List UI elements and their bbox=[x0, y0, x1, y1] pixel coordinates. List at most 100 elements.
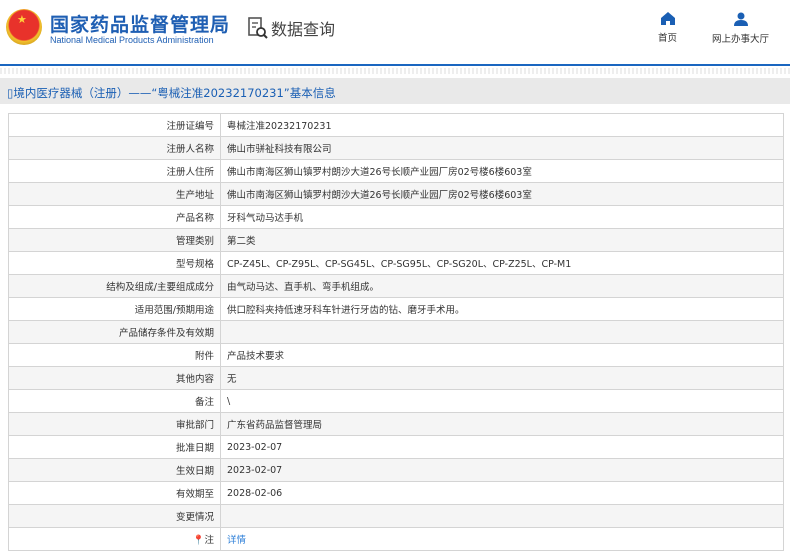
field-label-text: 产品名称 bbox=[175, 213, 214, 224]
field-value-text: 产品技术要求 bbox=[227, 351, 285, 362]
table-row: 📍注 详情 bbox=[8, 527, 784, 551]
nav-online-service-hall[interactable]: 网上办事大厅 bbox=[712, 12, 769, 45]
field-value: 佛山市南海区狮山镇罗村朗沙大道26号长顺产业园厂房02号楼6楼603室 bbox=[220, 159, 784, 183]
field-value: 2023-02-07 bbox=[220, 435, 784, 459]
field-label-text: 管理类别 bbox=[175, 236, 214, 247]
table-row: 注册证编号 粤械注准20232170231 bbox=[8, 113, 784, 137]
field-value: \ bbox=[220, 389, 784, 413]
field-label: 有效期至 bbox=[8, 481, 221, 505]
table-row: 审批部门 广东省药品监督管理局 bbox=[8, 412, 784, 436]
table-row: 附件 产品技术要求 bbox=[8, 343, 784, 367]
table-row: 有效期至 2028-02-06 bbox=[8, 481, 784, 505]
field-value bbox=[220, 320, 784, 344]
field-label: 审批部门 bbox=[8, 412, 221, 436]
field-value-text: 无 bbox=[227, 374, 237, 385]
field-label: 注册证编号 bbox=[8, 113, 221, 137]
field-label: 结构及组成/主要组成成分 bbox=[8, 274, 221, 298]
field-value: 牙科气动马达手机 bbox=[220, 205, 784, 229]
table-row: 变更情况 bbox=[8, 504, 784, 528]
field-value-text: 2028-02-06 bbox=[227, 487, 283, 499]
table-row: 产品名称 牙科气动马达手机 bbox=[8, 205, 784, 229]
site-subtitle: National Medical Products Administration bbox=[50, 35, 214, 45]
site-header: 国家药品监督管理局 National Medical Products Admi… bbox=[0, 0, 790, 66]
field-value: 无 bbox=[220, 366, 784, 390]
field-label-text: 适用范围/预期用途 bbox=[134, 305, 214, 316]
field-label-text: 审批部门 bbox=[175, 420, 214, 431]
field-label: 备注 bbox=[8, 389, 221, 413]
field-label-text: 其他内容 bbox=[175, 374, 214, 385]
field-value-text: 佛山市骈祉科技有限公司 bbox=[227, 144, 332, 155]
table-row: 产品储存条件及有效期 bbox=[8, 320, 784, 344]
field-label: 产品名称 bbox=[8, 205, 221, 229]
field-label-text: 备注 bbox=[194, 397, 214, 408]
site-title: 国家药品监督管理局 bbox=[50, 14, 231, 36]
field-value-text: 佛山市南海区狮山镇罗村朗沙大道26号长顺产业园厂房02号楼6楼603室 bbox=[227, 190, 532, 201]
info-table: 注册证编号 粤械注准20232170231 注册人名称 佛山市骈祉科技有限公司注册人住… bbox=[8, 113, 784, 551]
field-label: 产品储存条件及有效期 bbox=[8, 320, 221, 344]
home-icon bbox=[660, 12, 675, 25]
pin-icon: 📍 bbox=[192, 535, 205, 546]
divider bbox=[0, 68, 790, 74]
nav-home[interactable]: 首页 bbox=[658, 12, 677, 44]
data-query-label: 数据查询 bbox=[271, 20, 336, 39]
table-row: 其他内容 无 bbox=[8, 366, 784, 390]
table-row: 生效日期 2023-02-07 bbox=[8, 458, 784, 482]
table-row: 备注 \ bbox=[8, 389, 784, 413]
field-label-text: 注册证编号 bbox=[166, 121, 214, 132]
field-value-text: 牙科气动马达手机 bbox=[227, 213, 304, 224]
details-link[interactable]: 详情 bbox=[227, 535, 246, 546]
field-label: 📍注 bbox=[8, 527, 221, 551]
field-value-text: CP-Z45L、CP-Z95L、CP-SG45L、CP-SG95L、CP-SG2… bbox=[227, 259, 572, 270]
nav-online-service-hall-label: 网上办事大厅 bbox=[712, 34, 770, 45]
field-value bbox=[220, 504, 784, 528]
field-label-text: 生效日期 bbox=[175, 466, 214, 477]
data-query-link[interactable]: 数据查询 bbox=[248, 16, 335, 40]
field-value: 第二类 bbox=[220, 228, 784, 252]
field-label-text: 附件 bbox=[194, 351, 214, 362]
field-label-text: 注册人名称 bbox=[166, 144, 214, 155]
field-label-text: 批准日期 bbox=[175, 443, 214, 454]
field-label-text: 生产地址 bbox=[175, 190, 214, 201]
table-row: 型号规格 CP-Z45L、CP-Z95L、CP-SG45L、CP-SG95L、CP… bbox=[8, 251, 784, 275]
field-label-text: 型号规格 bbox=[175, 259, 214, 270]
field-label: 批准日期 bbox=[8, 435, 221, 459]
field-label: 型号规格 bbox=[8, 251, 221, 275]
field-value-text: 供口腔科夹持低速牙科车针进行牙齿的钻、磨牙手术用。 bbox=[227, 305, 465, 316]
nav-home-label: 首页 bbox=[658, 33, 678, 44]
user-icon bbox=[733, 12, 748, 26]
field-value: 粤械注准20232170231 bbox=[220, 113, 784, 137]
field-value: 佛山市南海区狮山镇罗村朗沙大道26号长顺产业园厂房02号楼6楼603室 bbox=[220, 182, 784, 206]
table-row: 批准日期 2023-02-07 bbox=[8, 435, 784, 459]
field-label: 适用范围/预期用途 bbox=[8, 297, 221, 321]
table-row: 管理类别 第二类 bbox=[8, 228, 784, 252]
field-label-text: 变更情况 bbox=[175, 512, 214, 523]
field-label-text: 有效期至 bbox=[175, 489, 214, 500]
field-value-text: 粤械注准20232170231 bbox=[227, 121, 332, 132]
field-label: 注册人住所 bbox=[8, 159, 221, 183]
field-value: 产品技术要求 bbox=[220, 343, 784, 367]
field-label: 生产地址 bbox=[8, 182, 221, 206]
field-value-text: \ bbox=[227, 395, 231, 407]
field-value: 由气动马达、直手机、弯手机组成。 bbox=[220, 274, 784, 298]
national-emblem-logo bbox=[6, 9, 42, 45]
table-row: 适用范围/预期用途 供口腔科夹持低速牙科车针进行牙齿的钻、磨牙手术用。 bbox=[8, 297, 784, 321]
field-value: 详情 bbox=[220, 527, 784, 551]
field-value-text: 2023-02-07 bbox=[227, 464, 283, 476]
field-value: 供口腔科夹持低速牙科车针进行牙齿的钻、磨牙手术用。 bbox=[220, 297, 784, 321]
field-label-text: 注 bbox=[204, 535, 214, 546]
field-value-text: 2023-02-07 bbox=[227, 441, 283, 453]
field-label: 其他内容 bbox=[8, 366, 221, 390]
field-label: 生效日期 bbox=[8, 458, 221, 482]
field-value-text: 由气动马达、直手机、弯手机组成。 bbox=[227, 282, 380, 293]
search-document-icon bbox=[248, 17, 268, 39]
field-label: 注册人名称 bbox=[8, 136, 221, 160]
table-row: 注册人名称 佛山市骈祉科技有限公司 bbox=[8, 136, 784, 160]
field-value: 2028-02-06 bbox=[220, 481, 784, 505]
field-label: 变更情况 bbox=[8, 504, 221, 528]
field-label-text: 注册人住所 bbox=[166, 167, 214, 178]
page-title-text: 境内医疗器械（注册）——“粤械注准20232170231”基本信息 bbox=[13, 86, 336, 100]
field-label-text: 结构及组成/主要组成成分 bbox=[106, 282, 214, 293]
field-value: CP-Z45L、CP-Z95L、CP-SG45L、CP-SG95L、CP-SG2… bbox=[220, 251, 784, 275]
table-row: 结构及组成/主要组成成分 由气动马达、直手机、弯手机组成。 bbox=[8, 274, 784, 298]
field-value: 广东省药品监督管理局 bbox=[220, 412, 784, 436]
